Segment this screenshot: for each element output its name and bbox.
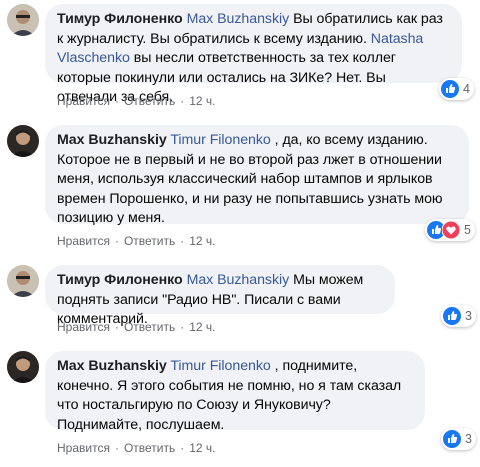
reply-button[interactable]: Ответить — [124, 441, 175, 455]
reaction-summary[interactable]: 5 — [425, 219, 475, 241]
like-reaction-icon — [441, 80, 459, 98]
reaction-count: 3 — [465, 432, 472, 446]
comment-timestamp[interactable]: 12 ч. — [189, 94, 215, 108]
comment-bubble: Тимур Филоненко Max Buzhanskiy Вы обрати… — [45, 4, 462, 105]
comment-author[interactable]: Max Buzhanskiy — [57, 358, 167, 374]
avatar[interactable] — [7, 265, 39, 297]
reaction-summary[interactable]: 3 — [441, 305, 476, 327]
comment-timestamp[interactable]: 12 ч. — [189, 320, 215, 334]
reply-button[interactable]: Ответить — [124, 234, 175, 248]
comment-author[interactable]: Тимур Филоненко — [57, 11, 183, 27]
comment-author[interactable]: Max Buzhanskiy — [57, 132, 167, 148]
like-reaction-icon — [443, 430, 461, 448]
like-button[interactable]: Нравится — [57, 94, 110, 108]
mention-link[interactable]: Timur Filonenko — [170, 358, 270, 374]
mention-link[interactable]: Max Buzhanskiy — [187, 11, 290, 27]
comment-timestamp[interactable]: 12 ч. — [189, 234, 215, 248]
avatar[interactable] — [7, 4, 39, 36]
comment-actions: Нравится · Ответить · 12 ч. — [57, 320, 216, 334]
reaction-count: 3 — [465, 309, 472, 323]
reaction-summary[interactable]: 4 — [439, 78, 474, 100]
comment-timestamp[interactable]: 12 ч. — [189, 441, 215, 455]
like-button[interactable]: Нравится — [57, 441, 110, 455]
mention-link[interactable]: Max Buzhanskiy — [187, 272, 290, 288]
like-button[interactable]: Нравится — [57, 234, 110, 248]
comment-bubble: Max Buzhanskiy Timur Filonenko , подними… — [45, 351, 425, 433]
reaction-count: 4 — [463, 82, 470, 96]
comment-actions: Нравится · Ответить · 12 ч. — [57, 234, 216, 248]
like-button[interactable]: Нравится — [57, 320, 110, 334]
reaction-summary[interactable]: 3 — [441, 428, 476, 450]
like-reaction-icon — [443, 307, 461, 325]
reply-button[interactable]: Ответить — [124, 320, 175, 334]
comment-author[interactable]: Тимур Филоненко — [57, 272, 183, 288]
avatar[interactable] — [7, 125, 39, 157]
reaction-count: 5 — [464, 223, 471, 237]
comment-bubble: Max Buzhanskiy Timur Filonenko , да, ко … — [45, 125, 469, 226]
avatar[interactable] — [7, 351, 39, 383]
mention-link[interactable]: Timur Filonenko — [170, 132, 270, 148]
comment-bubble: Тимур Филоненко Max Buzhanskiy Мы можем … — [45, 265, 395, 327]
comment-actions: Нравится · Ответить · 12 ч. — [57, 441, 216, 455]
reply-button[interactable]: Ответить — [124, 94, 175, 108]
love-reaction-icon — [442, 221, 460, 239]
comment-actions: Нравится · Ответить · 12 ч. — [57, 94, 216, 108]
